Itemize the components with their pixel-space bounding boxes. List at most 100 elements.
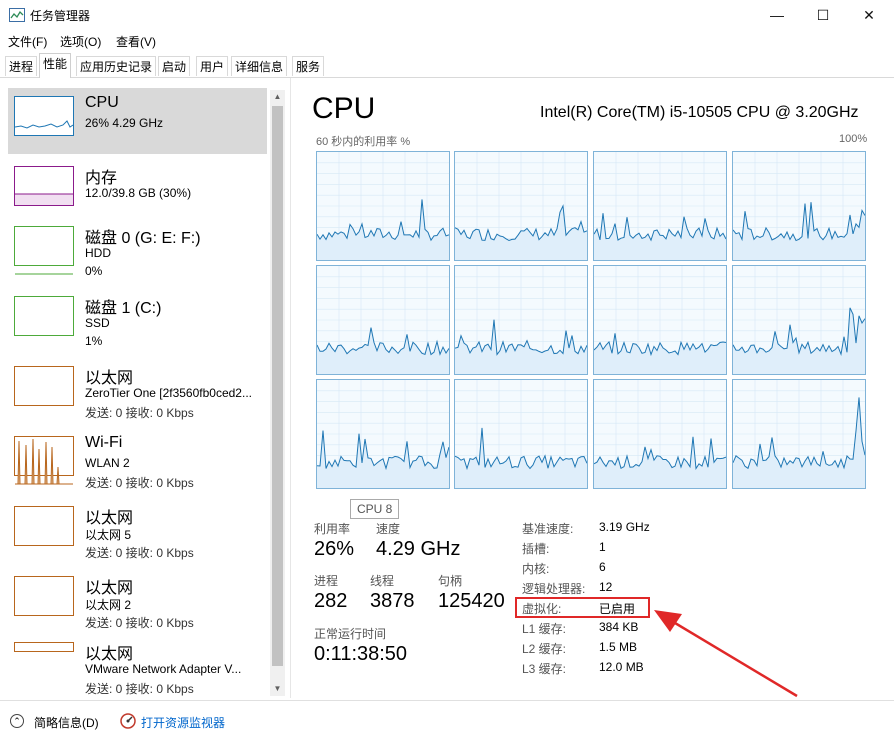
resource-detail: 以太网 5 xyxy=(85,528,132,542)
processes-value: 282 xyxy=(314,590,348,612)
cpu-core-graph[interactable] xyxy=(593,265,727,375)
network-thumbnail-graph xyxy=(14,576,74,616)
resource-item-wifi[interactable]: Wi-Fi WLAN 2 发送: 0 接收: 0 Kbps xyxy=(8,428,267,494)
resource-detail: SSD xyxy=(85,316,110,330)
menu-view[interactable]: 查看(V) xyxy=(116,33,156,50)
cpu-core-graph[interactable] xyxy=(732,379,866,489)
resource-detail-2: 0% xyxy=(85,264,103,278)
utilization-value: 26% xyxy=(314,538,355,560)
resource-detail: 以太网 2 xyxy=(85,598,132,612)
uptime-label: 正常运行时间 xyxy=(314,627,387,641)
resource-name: Wi-Fi xyxy=(85,434,123,451)
resource-item-memory[interactable]: 内存 12.0/39.8 GB (30%) xyxy=(8,158,267,224)
resource-item-cpu[interactable]: CPU 26% 4.29 GHz xyxy=(8,88,267,154)
resource-item-disk-1[interactable]: 磁盘 1 (C:) SSD 1% xyxy=(8,288,267,354)
resource-item-ethernet-1[interactable]: 以太网 ZeroTier One [2f3560fb0ced2... 发送: 0… xyxy=(8,358,267,424)
resource-item-vmware[interactable]: 以太网 VMware Network Adapter V... 发送: 0 接收… xyxy=(8,634,267,700)
spec-value: 12 xyxy=(599,580,613,594)
maximize-icon: ☐ xyxy=(816,6,830,23)
cpu-thumbnail-graph xyxy=(14,96,74,136)
handles-value: 125420 xyxy=(438,590,505,612)
cpu-core-trace xyxy=(316,380,450,488)
tab-startup[interactable]: 启动 xyxy=(158,56,191,76)
processes-label: 进程 xyxy=(314,574,339,588)
open-resource-monitor-link[interactable]: 打开资源监视器 xyxy=(141,714,225,731)
cpu-core-graph[interactable] xyxy=(316,379,450,489)
spec-value: 384 KB xyxy=(599,620,639,634)
minimize-button[interactable]: — xyxy=(754,0,800,30)
cpu-core-graph[interactable] xyxy=(316,265,450,375)
menu-file[interactable]: 文件(F) xyxy=(8,33,47,50)
scrollbar-thumb[interactable] xyxy=(272,106,283,666)
resource-name: CPU xyxy=(85,94,119,111)
spec-value: 1.5 MB xyxy=(599,640,638,654)
cpu-core-graph[interactable] xyxy=(454,265,588,375)
uptime-value: 0:11:38:50 xyxy=(314,643,408,665)
spec-value: 3.19 GHz xyxy=(599,520,650,534)
spec-label: 逻辑处理器: xyxy=(522,582,586,596)
menu-options[interactable]: 选项(O) xyxy=(60,33,101,50)
cpu-core-graph[interactable] xyxy=(732,151,866,261)
minimize-icon: — xyxy=(770,7,784,23)
spec-label: L3 缓存: xyxy=(522,662,567,676)
resource-monitor-icon[interactable] xyxy=(120,713,136,729)
cpu-core-trace xyxy=(732,380,866,488)
utilization-label: 利用率 xyxy=(314,522,351,536)
close-button[interactable]: ✕ xyxy=(846,0,892,30)
resource-list: CPU 26% 4.29 GHz 内存 12.0/39.8 GB (30%) 磁… xyxy=(0,78,290,700)
cpu-core-trace xyxy=(732,152,866,260)
tab-details[interactable]: 详细信息 xyxy=(231,56,288,76)
cpu-core-trace xyxy=(316,152,450,260)
core-tooltip: CPU 8 xyxy=(350,499,400,519)
resource-detail-2: 发送: 0 接收: 0 Kbps xyxy=(85,546,194,560)
annotation-arrow-icon xyxy=(654,610,798,698)
cpu-core-graph[interactable] xyxy=(593,379,727,489)
wifi-thumbnail-graph xyxy=(14,436,74,485)
speed-label: 速度 xyxy=(376,522,401,536)
resource-item-ethernet-2[interactable]: 以太网 以太网 2 发送: 0 接收: 0 Kbps xyxy=(8,568,267,634)
pane-divider xyxy=(290,78,291,698)
resource-name: 以太网 xyxy=(85,370,134,387)
resource-detail: ZeroTier One [2f3560fb0ced2... xyxy=(85,386,252,400)
network-thumbnail-graph xyxy=(14,366,74,406)
resource-name: 磁盘 0 (G: E: F:) xyxy=(85,230,201,247)
cpu-core-graph[interactable] xyxy=(732,265,866,375)
resource-item-disk-0[interactable]: 磁盘 0 (G: E: F:) HDD 0% xyxy=(8,218,267,284)
resource-name: 以太网 xyxy=(85,646,134,663)
network-thumbnail-graph xyxy=(14,506,74,546)
cpu-core-graph[interactable] xyxy=(454,379,588,489)
resource-name: 内存 xyxy=(85,170,118,187)
tab-app-history[interactable]: 应用历史记录 xyxy=(76,56,157,76)
resource-detail-2: 发送: 0 接收: 0 Kbps xyxy=(85,682,194,696)
resource-name: 以太网 xyxy=(85,580,134,597)
cpu-title: CPU xyxy=(312,92,376,125)
tab-processes[interactable]: 进程 xyxy=(5,56,38,76)
disk-thumbnail-graph xyxy=(14,296,74,336)
maximize-button[interactable]: ☐ xyxy=(800,0,846,30)
scroll-up-icon[interactable]: ▲ xyxy=(270,90,285,104)
cpu-core-graph[interactable] xyxy=(454,151,588,261)
left-scrollbar[interactable]: ▲ ▼ xyxy=(270,90,285,696)
tab-users[interactable]: 用户 xyxy=(196,56,229,76)
resource-detail: WLAN 2 xyxy=(85,456,130,470)
cpu-core-trace xyxy=(454,266,588,374)
spec-label: L2 缓存: xyxy=(522,642,567,656)
speed-value: 4.29 GHz xyxy=(376,538,461,560)
cpu-core-trace xyxy=(454,380,588,488)
chevron-up-icon[interactable]: ⌃ xyxy=(10,714,24,728)
cpu-core-graph[interactable] xyxy=(316,151,450,261)
cpu-core-trace xyxy=(593,380,727,488)
resource-detail: 12.0/39.8 GB (30%) xyxy=(85,186,192,200)
resource-detail-2: 1% xyxy=(85,334,103,348)
graph-max-label: 100% xyxy=(839,133,868,145)
spec-label: L1 缓存: xyxy=(522,622,567,636)
tab-services[interactable]: 服务 xyxy=(292,56,325,76)
threads-value: 3878 xyxy=(370,590,415,612)
brief-info-button[interactable]: 简略信息(D) xyxy=(34,714,99,731)
scroll-down-icon[interactable]: ▼ xyxy=(270,682,285,696)
resource-name: 以太网 xyxy=(85,510,134,527)
tab-performance[interactable]: 性能 xyxy=(39,53,72,78)
handles-label: 句柄 xyxy=(438,574,463,588)
cpu-core-graph[interactable] xyxy=(593,151,727,261)
resource-item-ethernet-5[interactable]: 以太网 以太网 5 发送: 0 接收: 0 Kbps xyxy=(8,498,267,564)
